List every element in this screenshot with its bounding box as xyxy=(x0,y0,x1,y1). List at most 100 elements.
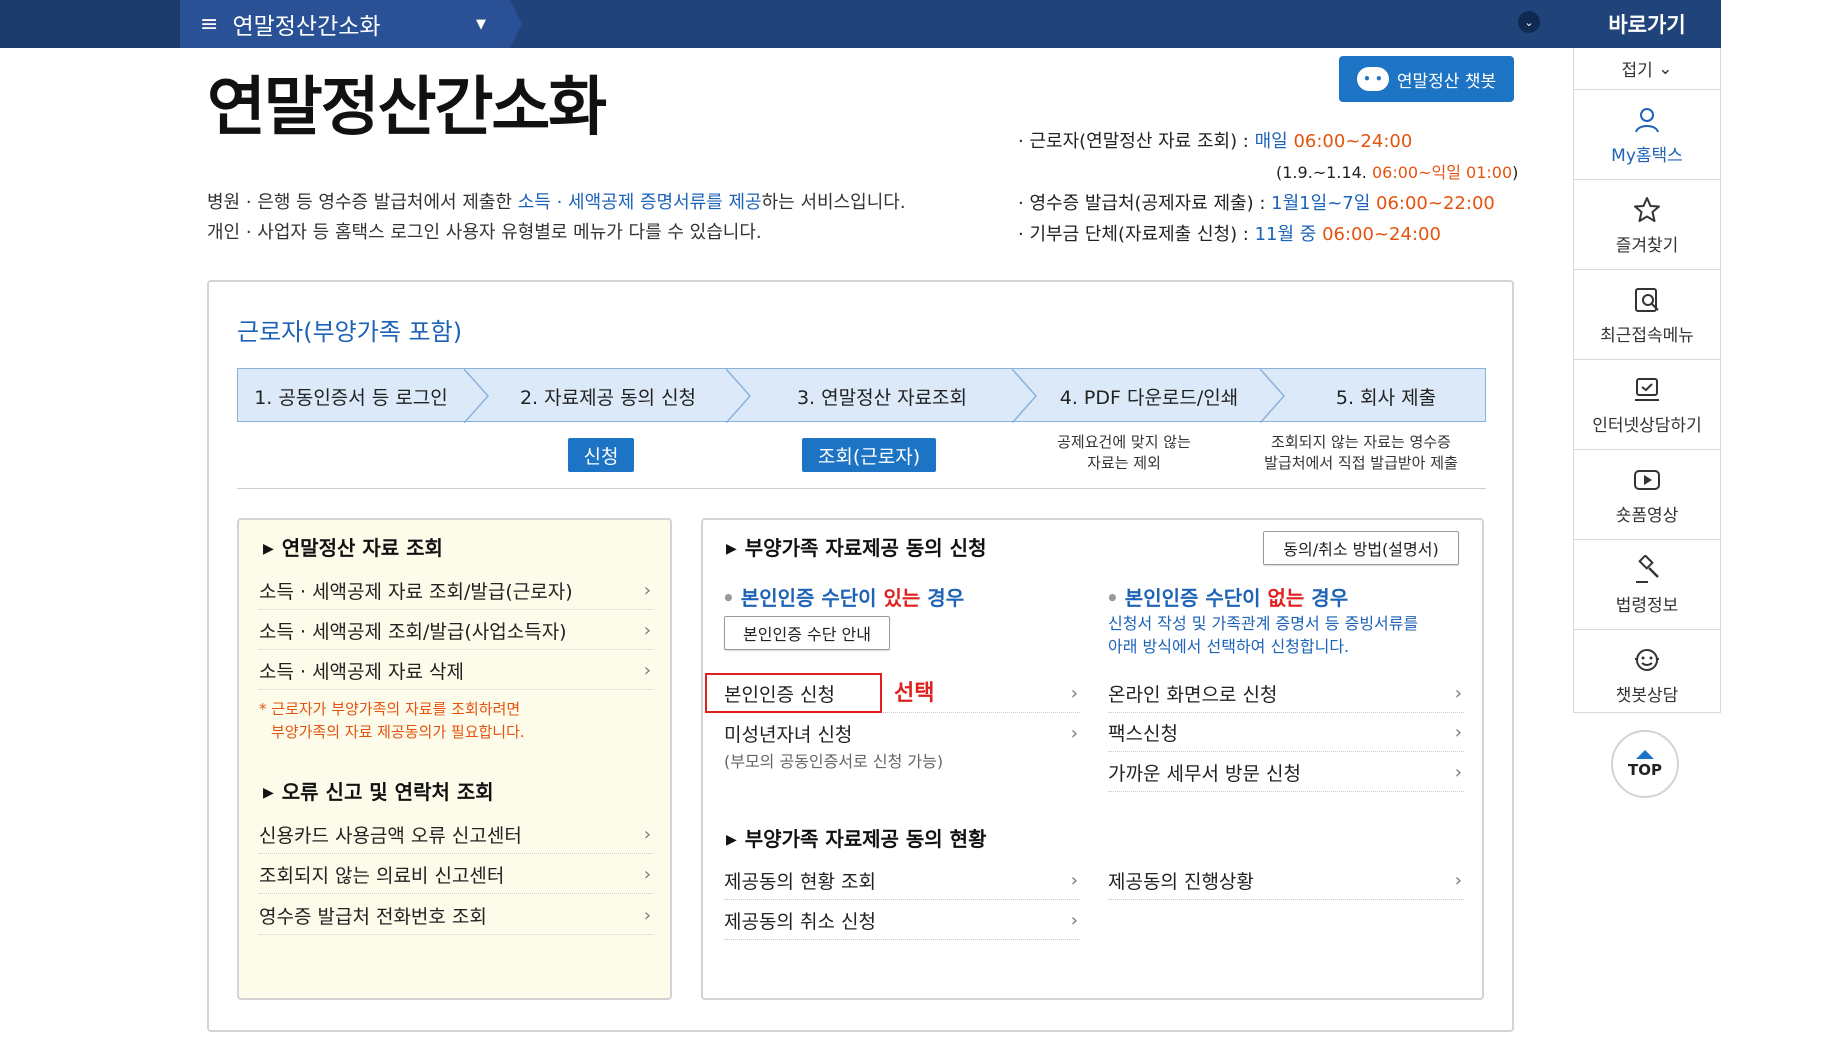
hamburger-icon: ≡ xyxy=(200,11,219,37)
chevron-right-icon: › xyxy=(643,864,651,885)
quick-item-my-hometax[interactable]: My홈택스 xyxy=(1574,91,1720,180)
link-label: 제공동의 취소 신청 xyxy=(724,911,876,933)
selection-annotation: 선택 xyxy=(894,681,935,706)
quick-item-label: 즐겨찾기 xyxy=(1615,235,1679,256)
note-line: 부양가족의 자료 제공동의가 필요합니다. xyxy=(271,723,525,741)
triangle-right-icon: ▶ xyxy=(263,541,274,557)
note-line: * 근로자가 부양가족의 자료를 조회하려면 xyxy=(259,700,521,718)
hours-label: · 기부금 단체(자료제출 신청) : xyxy=(1018,224,1255,245)
quick-menu-sidebar: 접기 ⌄ My홈택스 즐겨찾기 최근접속메뉴 인터넷상담하기 숏폼영상 법령정보… xyxy=(1573,48,1721,713)
step-separator-arrow xyxy=(725,368,752,424)
link-online-apply[interactable]: 온라인 화면으로 신청 › xyxy=(1108,675,1464,713)
step2-apply-button[interactable]: 신청 xyxy=(568,438,634,472)
process-steps: 1. 공동인증서 등 로그인 2. 자료제공 동의 신청 3. 연말정산 자료조… xyxy=(237,368,1486,424)
section-heading: ▶ 오류 신고 및 연락처 조회 xyxy=(263,776,494,805)
chatbot-icon: • • xyxy=(1356,67,1389,91)
link-label: 팩스신청 xyxy=(1108,723,1178,745)
case-without-auth-description: 신청서 작성 및 가족관계 증명서 등 증빙서류를 아래 방식에서 선택하여 신… xyxy=(1108,612,1418,658)
caret-down-icon: ▼ xyxy=(476,16,486,32)
step-5: 5. 회사 제출 xyxy=(1335,386,1437,409)
scroll-top-label: TOP xyxy=(1628,760,1662,779)
link-deduction-inquiry-business[interactable]: 소득 · 세액공제 조회/발급(사업소득자) › xyxy=(259,612,653,650)
quick-item-short-video[interactable]: 숏폼영상 xyxy=(1574,451,1720,540)
chevron-right-icon: › xyxy=(1454,870,1462,891)
quick-item-label: My홈택스 xyxy=(1611,145,1683,166)
link-consent-progress[interactable]: 제공동의 진행상황 › xyxy=(1108,862,1464,900)
link-deduction-delete[interactable]: 소득 · 세액공제 자료 삭제 › xyxy=(259,652,653,690)
link-medical-report[interactable]: 조회되지 않는 의료비 신고센터 › xyxy=(259,856,653,894)
minor-child-note: (부모의 공동인증서로 신청 가능) xyxy=(724,752,944,771)
menu-selector[interactable]: ≡ 연말정산간소화 ▼ xyxy=(180,0,510,48)
desc-text: 병원 · 은행 등 영수증 발급처에서 제출한 xyxy=(207,192,518,213)
page-title: 연말정산간소화 xyxy=(207,71,607,145)
link-card-error-report[interactable]: 신용카드 사용금액 오류 신고센터 › xyxy=(259,816,653,854)
section-heading-label: 부양가족 자료제공 동의 현황 xyxy=(744,827,987,851)
service-hours: · 근로자(연말정산 자료 조회) : 매일 06:00~24:00 (1.9.… xyxy=(1018,126,1518,250)
step-separator-arrow xyxy=(463,368,490,424)
quick-item-label: 챗봇상담 xyxy=(1615,686,1679,706)
chevron-right-icon: › xyxy=(1454,722,1462,743)
step-3: 3. 연말정산 자료조회 xyxy=(796,386,968,409)
link-tax-office-visit[interactable]: 가까운 세무서 방문 신청 › xyxy=(1108,754,1464,792)
menu-selector-label: 연말정산간소화 xyxy=(232,14,381,40)
fold-button[interactable]: 접기 ⌄ xyxy=(1574,48,1720,90)
quick-item-legal-info[interactable]: 법령정보 xyxy=(1574,541,1720,630)
case-desc-line: 아래 방식에서 선택하여 신청합니다. xyxy=(1108,637,1350,656)
menu-selector-arrow xyxy=(510,0,522,48)
hours-day: 매일 xyxy=(1254,131,1294,152)
hours-time: 06:00~24:00 xyxy=(1322,224,1441,245)
step3-inquiry-button[interactable]: 조회(근로자) xyxy=(802,438,936,472)
chevron-right-icon: › xyxy=(643,580,651,601)
link-label: 소득 · 세액공제 조회/발급(사업소득자) xyxy=(259,621,567,643)
arrow-up-icon xyxy=(1636,749,1654,759)
quick-item-label: 법령정보 xyxy=(1615,595,1679,616)
chevron-right-icon: › xyxy=(1454,683,1462,704)
quick-item-chatbot[interactable]: 챗봇상담 xyxy=(1574,631,1720,720)
link-fax-apply[interactable]: 팩스신청 › xyxy=(1108,714,1464,752)
quick-item-online-consult[interactable]: 인터넷상담하기 xyxy=(1574,361,1720,450)
scroll-top-button[interactable]: TOP xyxy=(1611,730,1679,798)
quick-item-label: 숏폼영상 xyxy=(1615,505,1679,526)
desc-text: 하는 서비스입니다. xyxy=(761,192,906,213)
bullet: • xyxy=(1106,586,1119,610)
step5-note-line: 조회되지 않는 자료는 영수증 xyxy=(1271,433,1451,451)
consent-manual-button[interactable]: 동의/취소 방법(설명서) xyxy=(1263,531,1459,565)
chevron-right-icon: › xyxy=(643,905,651,926)
hours-sub: ) xyxy=(1512,163,1519,182)
chevron-right-icon: › xyxy=(1454,762,1462,783)
quick-item-favorites[interactable]: 즐겨찾기 xyxy=(1574,181,1720,270)
section-heading-label: 오류 신고 및 연락처 조회 xyxy=(281,780,494,804)
hours-time: 06:00~24:00 xyxy=(1293,131,1413,152)
link-consent-status[interactable]: 제공동의 현황 조회 › xyxy=(724,862,1080,900)
step-separator-arrow xyxy=(1259,368,1286,424)
hours-day: 1월1일~7일 xyxy=(1271,193,1377,214)
card-title: 근로자(부양가족 포함) xyxy=(237,318,463,346)
chevron-right-icon: › xyxy=(643,660,651,681)
auth-method-guide-button[interactable]: 본인인증 수단 안내 xyxy=(724,616,890,650)
person-icon xyxy=(1635,107,1659,132)
triangle-right-icon: ▶ xyxy=(263,785,274,801)
chatbot-button[interactable]: • • 연말정산 챗봇 xyxy=(1339,56,1514,102)
quick-item-label: 인터넷상담하기 xyxy=(1592,415,1702,436)
chevron-right-icon: › xyxy=(643,824,651,845)
link-label: 조회되지 않는 의료비 신고센터 xyxy=(259,865,505,887)
desc-text: 개인 · 사업자 등 홈택스 로그인 사용자 유형별로 메뉴가 다를 수 있습니… xyxy=(207,222,762,243)
quick-item-recent-menu[interactable]: 최근접속메뉴 xyxy=(1574,271,1720,360)
link-issuer-phone[interactable]: 영수증 발급처 전화번호 조회 › xyxy=(259,897,653,935)
link-label: 소득 · 세액공제 자료 조회/발급(근로자) xyxy=(259,581,573,603)
step-separator-arrow xyxy=(1011,368,1038,424)
case-emphasis: 있는 xyxy=(883,586,921,610)
triangle-right-icon: ▶ xyxy=(726,541,737,557)
link-label: 제공동의 현황 조회 xyxy=(724,871,876,893)
step-2: 2. 자료제공 동의 신청 xyxy=(519,386,697,409)
link-consent-cancel[interactable]: 제공동의 취소 신청 › xyxy=(724,902,1080,940)
hours-day: 11월 중 xyxy=(1254,224,1323,245)
star-icon xyxy=(1634,196,1660,222)
link-deduction-inquiry-worker[interactable]: 소득 · 세액공제 자료 조회/발급(근로자) › xyxy=(259,572,653,610)
link-minor-child-apply[interactable]: 미성년자녀 신청 › xyxy=(724,714,1080,752)
chevron-right-icon: › xyxy=(643,620,651,641)
top-bar-left-block xyxy=(0,0,180,48)
expand-circle-icon[interactable]: ⌄ xyxy=(1518,11,1540,33)
link-label: 소득 · 세액공제 자료 삭제 xyxy=(259,661,464,683)
link-label: 온라인 화면으로 신청 xyxy=(1108,684,1278,706)
